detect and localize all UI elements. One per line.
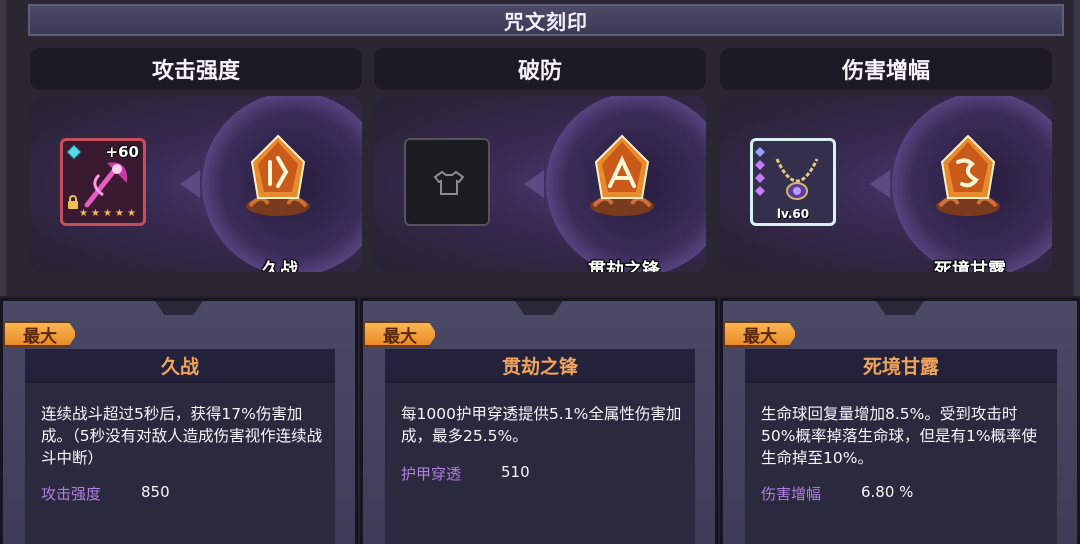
staff-icon: [84, 162, 128, 208]
card-content: 生命球回复量增加8.5%。受到攻击时50%概率掉落生命球，但是有1%概率使生命掉…: [745, 381, 1057, 544]
stat-row: 伤害增幅 6.80 %: [761, 483, 913, 504]
panel-title: 咒文刻印: [28, 4, 1064, 36]
stat-value: 510: [501, 463, 530, 481]
amulet-item-slot[interactable]: lv.60: [750, 138, 836, 226]
max-level-badge: 最大: [723, 321, 797, 347]
slot-body: lv.60 死境甘露: [720, 96, 1052, 272]
rune-name: 死境甘露: [934, 260, 1006, 272]
card-title: 贯劫之锋: [385, 349, 695, 381]
rune-detail-card: 最大 死境甘露 生命球回复量增加8.5%。受到攻击时50%概率掉落生命球，但是有…: [720, 298, 1080, 544]
max-level-badge: 最大: [3, 321, 77, 347]
rune-name: 贯劫之锋: [588, 260, 660, 272]
ring-arrow-icon: [524, 170, 544, 198]
star-icon: ★: [115, 208, 124, 219]
empty-item-slot[interactable]: [404, 138, 490, 226]
slot-body: +60 ★ ★ ★ ★ ★ 久战: [30, 96, 362, 272]
slot-body: 贯劫之锋: [374, 96, 706, 272]
stat-name: 攻击强度: [41, 485, 102, 503]
gem-icon: [755, 186, 765, 196]
max-level-badge: 最大: [363, 321, 437, 347]
socket-gems: [755, 147, 765, 196]
item-level: lv.60: [776, 207, 810, 221]
card-content: 每1000护甲穿透提供5.1%全属性伤害加成，最多25.5%。 护甲穿透 510: [385, 381, 695, 544]
stat-name: 护甲穿透: [401, 465, 462, 483]
necklace-icon: [775, 158, 819, 200]
rune-detail-card: 最大 久战 连续战斗超过5秒后，获得17%伤害加成。（5秒没有对敌人造成伤害视作…: [0, 298, 358, 544]
star-icon: ★: [79, 208, 88, 219]
rune-description: 生命球回复量增加8.5%。受到攻击时50%概率掉落生命球，但是有1%概率使生命掉…: [761, 405, 1038, 467]
slot-attack-power: 攻击强度 +60 ★ ★ ★ ★ ★ 久战: [30, 48, 362, 274]
rune-description: 连续战斗超过5秒后，获得17%伤害加成。（5秒没有对敌人造成伤害视作连续战斗中断…: [41, 405, 323, 467]
slot-header: 伤害增幅: [720, 48, 1052, 90]
stat-row: 攻击强度 850: [41, 483, 170, 504]
card-notch: [155, 301, 203, 315]
stat-value: 850: [141, 483, 170, 501]
star-rating: ★ ★ ★ ★ ★: [79, 208, 138, 219]
card-notch: [876, 301, 924, 315]
card-title: 死境甘露: [745, 349, 1057, 381]
ring-arrow-icon: [870, 170, 890, 198]
star-icon: ★: [91, 208, 100, 219]
stat-name: 伤害增幅: [761, 485, 822, 503]
gem-icon: [755, 173, 765, 183]
rune-engraving-panel: 咒文刻印 攻击强度 +60 ★ ★ ★ ★ ★ 久战 破防 贯劫之锋 伤害增幅 …: [0, 0, 1080, 296]
weapon-item-slot[interactable]: +60 ★ ★ ★ ★ ★: [60, 138, 146, 226]
rune-crystal-icon[interactable]: [586, 132, 658, 222]
rune-crystal-icon[interactable]: [242, 132, 314, 222]
ring-arrow-icon: [180, 170, 200, 198]
star-icon: ★: [103, 208, 112, 219]
card-notch: [515, 301, 563, 315]
armor-placeholder-icon: [434, 170, 464, 195]
rune-name: 久战: [262, 260, 298, 272]
rune-description: 每1000护甲穿透提供5.1%全属性伤害加成，最多25.5%。: [401, 405, 682, 445]
stat-value: 6.80 %: [861, 483, 914, 501]
slot-armor-break: 破防 贯劫之锋: [374, 48, 706, 274]
star-icon: ★: [127, 208, 136, 219]
slot-header: 破防: [374, 48, 706, 90]
gem-icon: [755, 147, 765, 157]
slot-header: 攻击强度: [30, 48, 362, 90]
stat-row: 护甲穿透 510: [401, 463, 530, 484]
rune-detail-card: 最大 贯劫之锋 每1000护甲穿透提供5.1%全属性伤害加成，最多25.5%。 …: [360, 298, 718, 544]
lock-icon: [68, 195, 78, 209]
slot-damage-amplify: 伤害增幅 lv.60 死境甘露: [720, 48, 1052, 274]
rune-crystal-icon[interactable]: [932, 132, 1004, 222]
card-title: 久战: [25, 349, 335, 381]
gem-icon: [755, 160, 765, 170]
card-content: 连续战斗超过5秒后，获得17%伤害加成。（5秒没有对敌人造成伤害视作连续战斗中断…: [25, 381, 335, 544]
